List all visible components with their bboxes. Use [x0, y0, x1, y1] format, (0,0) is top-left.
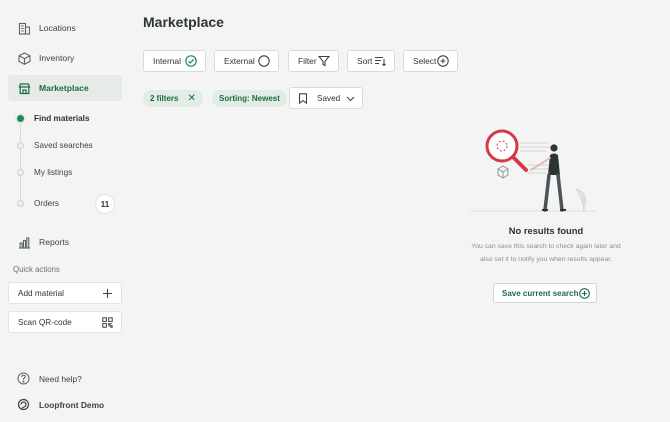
submenu-connector: [20, 120, 21, 204]
internal-toggle-button[interactable]: Internal: [143, 50, 206, 72]
dot-icon: [17, 141, 24, 149]
sidebar-item-marketplace[interactable]: Marketplace: [8, 75, 122, 101]
building-icon: [18, 22, 31, 35]
chevron-down-icon: [346, 94, 355, 103]
subitem-label: Find materials: [34, 113, 90, 123]
help-label: Need help?: [39, 373, 82, 384]
check-circle-icon: [185, 55, 197, 67]
bar-chart-icon: [18, 236, 31, 249]
bookmark-icon: [298, 92, 308, 104]
button-label: Add material: [18, 288, 64, 298]
sidebar-item-label: Inventory: [39, 53, 75, 63]
empty-circle-icon: [258, 55, 270, 67]
empty-state-line: also set it to notify you when results a…: [480, 255, 612, 263]
sidebar-subitem-find-materials[interactable]: Find materials: [14, 109, 122, 127]
quick-actions-heading: Quick actions: [13, 265, 60, 274]
sidebar-item-label: Locations: [39, 23, 76, 33]
chip-label: Sorting: Newest: [219, 94, 280, 103]
plus-icon: [102, 288, 113, 299]
page-title: Marketplace: [143, 14, 224, 30]
qr-code-icon: [102, 317, 113, 328]
close-icon[interactable]: ✕: [187, 93, 195, 104]
dot-icon: [17, 199, 24, 207]
button-label: Sort: [357, 56, 373, 66]
sidebar: Locations Inventory Marketplace Find mat…: [0, 0, 130, 422]
empty-state-line: You can save this search to check again …: [471, 243, 621, 250]
external-toggle-button[interactable]: External: [214, 50, 279, 72]
sidebar-item-inventory[interactable]: Inventory: [8, 45, 122, 71]
add-material-button[interactable]: Add material: [8, 282, 122, 304]
sidebar-subitem-saved-searches[interactable]: Saved searches: [14, 136, 122, 154]
saved-searches-dropdown[interactable]: Saved: [289, 87, 363, 109]
button-label: Scan QR-code: [18, 317, 72, 327]
filter-button[interactable]: Filter: [288, 50, 339, 72]
select-button[interactable]: Select: [403, 50, 458, 72]
subitem-label: Saved searches: [34, 140, 93, 150]
question-circle-icon: [17, 372, 30, 385]
sidebar-item-reports[interactable]: Reports: [8, 229, 122, 255]
button-label: Filter: [298, 56, 317, 66]
save-current-search-button[interactable]: Save current search: [493, 283, 597, 303]
subitem-label: Orders: [34, 198, 60, 208]
button-label: Select: [413, 56, 437, 66]
account-switcher[interactable]: Loopfront Demo: [17, 398, 104, 411]
main-content: Marketplace Internal External Filter Sor…: [143, 0, 670, 422]
plus-circle-icon: [437, 55, 449, 67]
funnel-icon: [317, 55, 331, 67]
active-dot-icon: [17, 114, 24, 122]
sidebar-item-label: Marketplace: [39, 83, 89, 93]
orders-count-badge: 11: [96, 195, 114, 213]
store-icon: [18, 82, 31, 95]
empty-state-description: You can save this search to check again …: [459, 241, 633, 266]
subitem-label: My listings: [34, 167, 73, 177]
scan-qr-code-button[interactable]: Scan QR-code: [8, 311, 122, 333]
sorting-chip[interactable]: Sorting: Newest: [212, 90, 287, 107]
account-label: Loopfront Demo: [39, 399, 105, 410]
sidebar-subitem-my-listings[interactable]: My listings: [14, 163, 122, 181]
dot-icon: [17, 168, 24, 176]
plus-circle-icon: [579, 288, 590, 299]
sort-lines-icon: [374, 55, 386, 67]
cube-icon: [18, 51, 31, 65]
filters-chip[interactable]: 2 filters ✕: [143, 90, 203, 107]
sidebar-item-locations[interactable]: Locations: [8, 15, 122, 41]
empty-state-title: No results found: [508, 225, 584, 236]
loopfront-logo-icon: [17, 398, 30, 411]
sidebar-item-label: Reports: [39, 237, 70, 247]
empty-search-illustration: [468, 125, 598, 217]
button-label: Save current search: [502, 288, 579, 298]
button-label: Internal: [153, 56, 181, 66]
dropdown-label: Saved: [317, 93, 341, 103]
chip-label: 2 filters: [150, 94, 179, 103]
help-link[interactable]: Need help?: [17, 372, 82, 385]
button-label: External: [224, 56, 255, 66]
sort-button[interactable]: Sort: [347, 50, 395, 72]
